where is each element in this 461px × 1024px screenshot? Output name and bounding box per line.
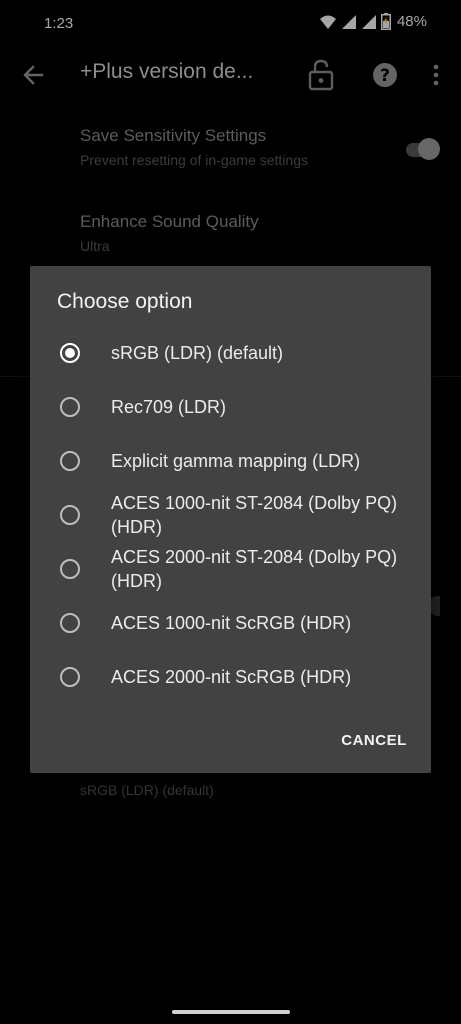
radio-unselected-icon[interactable]	[60, 397, 80, 417]
option-srgb[interactable]: sRGB (LDR) (default)	[30, 328, 431, 378]
option-aces-2000-scrgb[interactable]: ACES 2000-nit ScRGB (HDR)	[30, 652, 431, 702]
cancel-button[interactable]: CANCEL	[330, 726, 418, 756]
radio-unselected-icon[interactable]	[60, 613, 80, 633]
option-aces-2000-pq[interactable]: ACES 2000-nit ST-2084 (Dolby PQ) (HDR)	[30, 544, 431, 594]
option-label: ACES 1000-nit ScRGB (HDR)	[111, 613, 352, 633]
gesture-nav-bar[interactable]	[172, 1010, 290, 1014]
radio-unselected-icon[interactable]	[60, 505, 80, 525]
option-label: ACES 2000-nit ScRGB (HDR)	[111, 667, 352, 687]
radio-unselected-icon[interactable]	[60, 451, 80, 471]
dialog-title: Choose option	[57, 290, 193, 313]
option-label: ACES 2000-nit ST-2084 (Dolby PQ) (HDR)	[111, 547, 398, 591]
option-rec709[interactable]: Rec709 (LDR)	[30, 382, 431, 432]
option-label: sRGB (LDR) (default)	[111, 343, 284, 363]
option-explicit-gamma[interactable]: Explicit gamma mapping (LDR)	[30, 436, 431, 486]
option-label: Explicit gamma mapping (LDR)	[111, 451, 361, 471]
option-label: Rec709 (LDR)	[111, 397, 227, 417]
radio-unselected-icon[interactable]	[60, 559, 80, 579]
radio-unselected-icon[interactable]	[60, 667, 80, 687]
choose-option-dialog: Choose option sRGB (LDR) (default) Rec70…	[30, 266, 431, 773]
option-aces-1000-scrgb[interactable]: ACES 1000-nit ScRGB (HDR)	[30, 598, 431, 648]
radio-selected-icon[interactable]	[60, 343, 80, 363]
option-aces-1000-pq[interactable]: ACES 1000-nit ST-2084 (Dolby PQ) (HDR)	[30, 490, 431, 540]
option-label: ACES 1000-nit ST-2084 (Dolby PQ) (HDR)	[111, 493, 398, 537]
